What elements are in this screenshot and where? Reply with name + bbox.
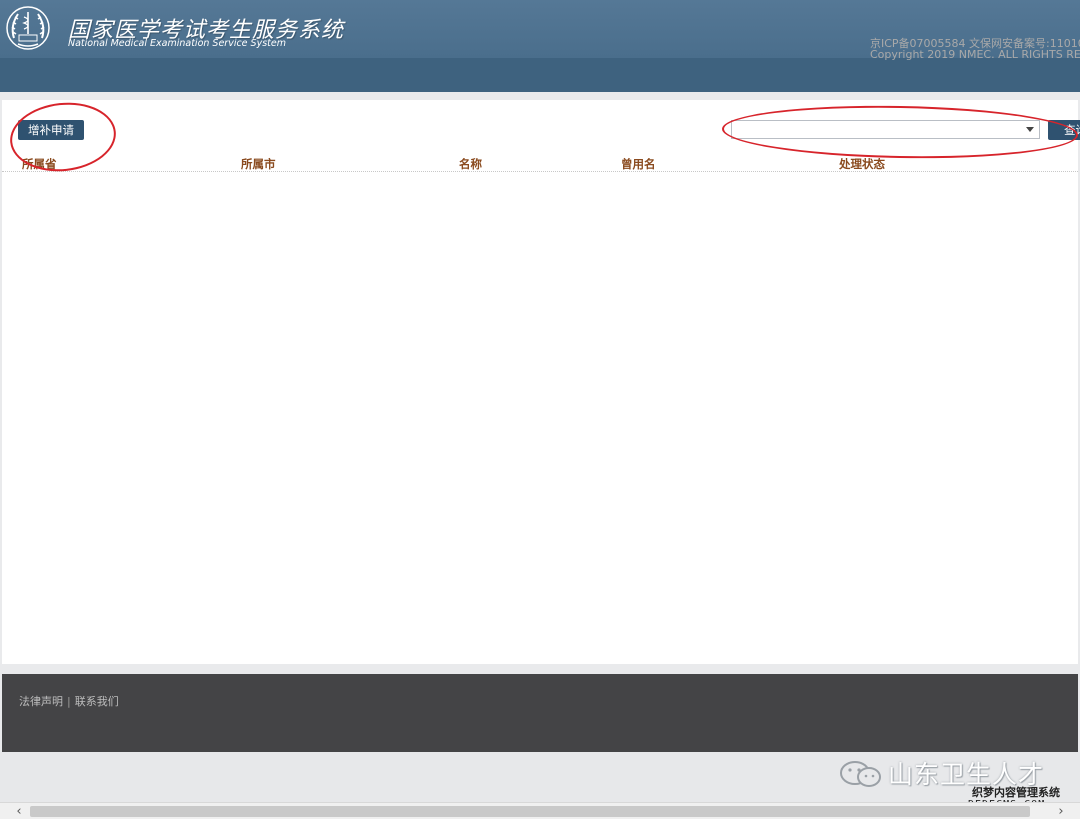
medical-emblem-icon	[6, 6, 50, 50]
footer-copyright: Copyright 2019 NMEC. ALL RIGHTS RESE	[870, 48, 1080, 61]
table-header: 所属省 所属市 名称 曾用名 处理状态	[2, 154, 1078, 172]
footer-separator: |	[67, 695, 71, 708]
column-header-province: 所属省	[22, 157, 57, 171]
content-panel	[2, 100, 1078, 664]
scroll-right-icon[interactable]: ›	[1050, 803, 1072, 819]
header-nav-bar	[0, 58, 1080, 92]
browser-page: 国家医学考试考生服务系统 National Medical Examinatio…	[0, 0, 1080, 819]
column-header-status: 处理状态	[839, 157, 885, 171]
chevron-down-icon	[1026, 127, 1034, 132]
status-select[interactable]	[731, 120, 1040, 139]
column-header-city: 所属市	[241, 157, 276, 171]
contact-us-link[interactable]: 联系我们	[75, 693, 119, 709]
site-subtitle: National Medical Examination Service Sys…	[68, 38, 286, 49]
supplement-application-button[interactable]: 增补申请	[18, 120, 84, 140]
query-button[interactable]: 查询	[1048, 120, 1080, 140]
horizontal-scrollbar[interactable]: ‹ ›	[0, 802, 1080, 819]
legal-notice-link[interactable]: 法律声明	[19, 693, 63, 709]
footer-links: 法律声明 | 联系我们	[19, 693, 119, 709]
scrollbar-thumb[interactable]	[30, 806, 1030, 817]
scroll-left-icon[interactable]: ‹	[8, 803, 30, 819]
column-header-former-name: 曾用名	[621, 157, 656, 171]
site-footer: 法律声明 | 联系我们	[2, 674, 1078, 752]
wechat-icon	[840, 761, 881, 787]
watermark-dedecms-title: 织梦内容管理系统	[972, 786, 1060, 799]
column-header-name: 名称	[459, 157, 482, 171]
